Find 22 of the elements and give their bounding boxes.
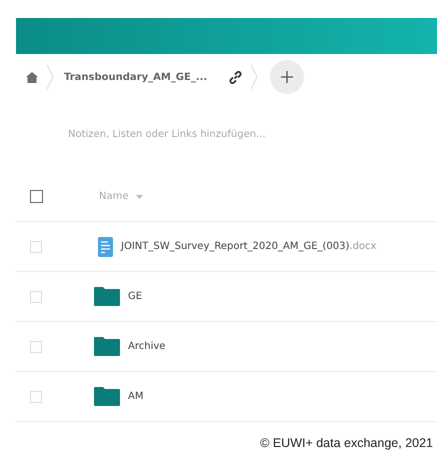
- sort-caret-icon: [136, 194, 143, 198]
- add-button[interactable]: [270, 60, 304, 94]
- row-checkbox[interactable]: [30, 240, 42, 252]
- file-name[interactable]: Archive: [128, 341, 166, 352]
- copyright-caption: © EUWI+ data exchange, 2021: [260, 436, 433, 450]
- folder-icon: [94, 387, 120, 406]
- file-name[interactable]: AM: [128, 391, 144, 402]
- folder-icon: [94, 287, 120, 306]
- home-icon[interactable]: [26, 72, 38, 82]
- row-checkbox[interactable]: [30, 390, 42, 402]
- document-icon: [98, 236, 113, 256]
- select-all-checkbox[interactable]: [30, 190, 43, 203]
- link-icon[interactable]: [229, 70, 242, 84]
- breadcrumb-folder[interactable]: Transboundary_AM_GE_...: [64, 72, 208, 82]
- chevron-icon: [46, 64, 54, 90]
- file-name[interactable]: JOINT_SW_Survey_Report_2020_AM_GE_(003).docx: [121, 241, 376, 252]
- folder-icon: [94, 337, 120, 356]
- row-checkbox[interactable]: [30, 290, 42, 302]
- plus-icon: [281, 71, 294, 83]
- chevron-icon: [250, 64, 258, 90]
- file-name[interactable]: GE: [128, 291, 142, 302]
- row-checkbox[interactable]: [30, 340, 42, 352]
